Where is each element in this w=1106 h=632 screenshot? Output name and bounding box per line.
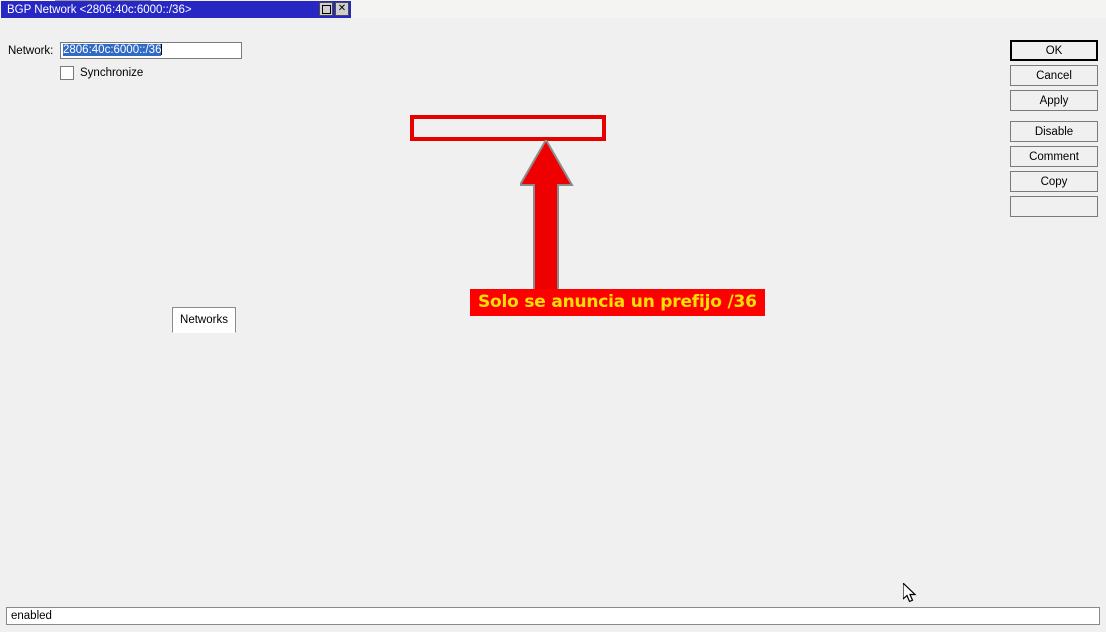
network-label: Network:: [8, 45, 60, 57]
network-field-row: Network: 2806:40c:6000::/36: [8, 42, 242, 59]
synchronize-label: Synchronize: [80, 67, 143, 79]
close-icon[interactable]: ✕: [335, 2, 349, 16]
dialog-title: BGP Network <2806:40c:6000::/36>: [7, 4, 192, 16]
copy-button[interactable]: Copy: [1010, 171, 1098, 192]
dialog-window-buttons: ✕: [319, 2, 349, 16]
dialog-body: Network: 2806:40c:6000::/36 Synchronize …: [0, 18, 1106, 632]
dialog-titlebar[interactable]: BGP Network <2806:40c:6000::/36> ✕: [1, 1, 351, 19]
text-caret: [161, 44, 162, 55]
tab-networks[interactable]: Networks: [172, 307, 236, 333]
screenshot-root: Terminal <1> ✕ MMM MMM KKK MMMM MMMM KKK…: [0, 0, 1106, 632]
synchronize-row[interactable]: Synchronize: [60, 66, 143, 80]
dialog-buttons: OK Cancel Apply Disable Comment Copy: [1010, 40, 1098, 217]
network-input[interactable]: 2806:40c:6000::/36: [60, 42, 242, 59]
ok-button[interactable]: OK: [1010, 40, 1098, 61]
cancel-button[interactable]: Cancel: [1010, 65, 1098, 86]
network-input-value: 2806:40c:6000::/36: [63, 44, 161, 56]
synchronize-checkbox[interactable]: [60, 66, 74, 80]
dialog-status-field: enabled: [6, 607, 1100, 625]
annotation-label: Solo se anuncia un prefijo /36: [470, 289, 765, 316]
apply-button[interactable]: Apply: [1010, 90, 1098, 111]
comment-button[interactable]: Comment: [1010, 146, 1098, 167]
annotation-arrow-icon: [520, 140, 590, 300]
bgp-network-dialog[interactable]: BGP Network <2806:40c:6000::/36> ✕ Netwo…: [0, 0, 352, 241]
disable-button[interactable]: Disable: [1010, 121, 1098, 142]
mouse-cursor: [903, 583, 919, 605]
remove-button[interactable]: [1010, 196, 1098, 217]
maximize-icon[interactable]: [319, 2, 333, 16]
